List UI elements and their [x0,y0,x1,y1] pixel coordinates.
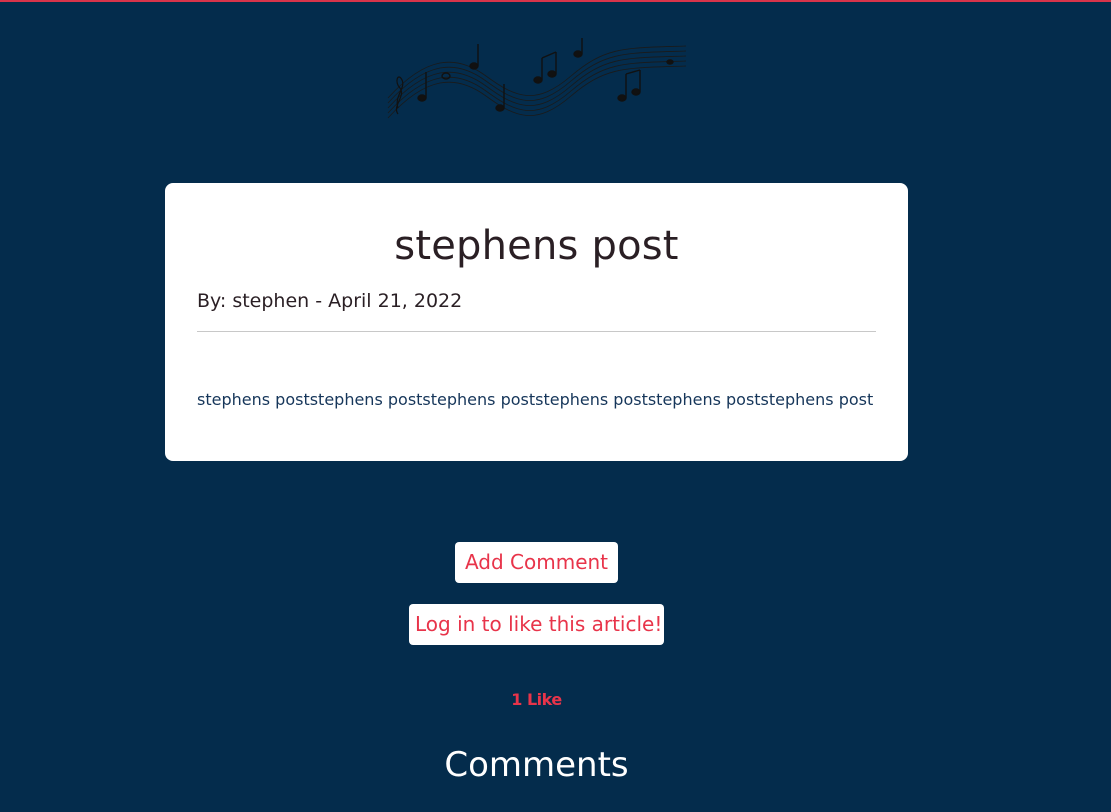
music-notes-icon [387,38,687,119]
post-divider [197,331,876,332]
login-to-like-button[interactable]: Log in to like this article! [409,604,664,645]
like-count: 1 Like [511,690,562,709]
post-content: stephens poststephens poststephens posts… [197,390,874,409]
add-comment-button[interactable]: Add Comment [455,542,618,583]
comments-heading: Comments [444,745,629,785]
post-card: stephens post By: stephen - April 21, 20… [165,183,908,461]
post-title: stephens post [394,223,679,269]
post-byline: By: stephen - April 21, 2022 [197,290,463,312]
